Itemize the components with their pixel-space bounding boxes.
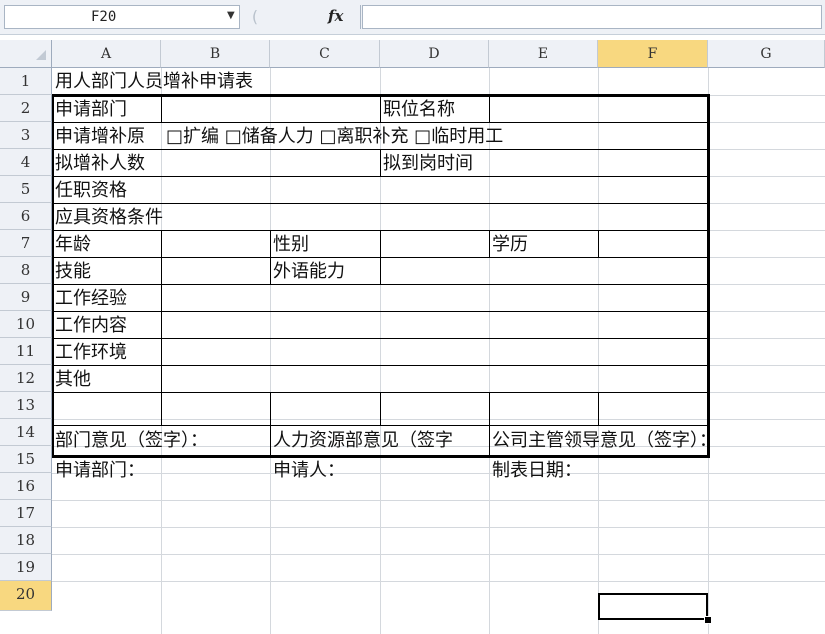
cell-a11[interactable]: 工作环境: [52, 339, 127, 366]
cell-e7[interactable]: 学历: [489, 231, 528, 258]
cell-a4[interactable]: 拟增补人数: [52, 150, 145, 177]
cell-a9[interactable]: 工作经验: [52, 285, 127, 312]
select-all-triangle-icon: [36, 50, 46, 60]
row-header-5[interactable]: 5: [0, 176, 52, 203]
row-header-3[interactable]: 3: [0, 122, 52, 149]
select-all-button[interactable]: [0, 40, 52, 68]
column-header-a[interactable]: A: [52, 40, 161, 68]
form-col-line: [598, 230, 599, 257]
cell-d2[interactable]: 职位名称: [380, 96, 455, 123]
row-header-7[interactable]: 7: [0, 230, 52, 257]
form-border-bottom: [52, 455, 710, 458]
row-header-2[interactable]: 2: [0, 95, 52, 122]
gridline: [52, 554, 825, 555]
row-header-13[interactable]: 13: [0, 392, 52, 419]
insert-function-icon[interactable]: fx: [328, 7, 343, 25]
row-header-20[interactable]: 20: [0, 581, 52, 611]
active-cell-f20[interactable]: [598, 593, 708, 620]
row-header-12[interactable]: 12: [0, 365, 52, 392]
gridline: [489, 68, 490, 634]
cell-a14[interactable]: 部门意见（签字）：: [52, 427, 208, 454]
row-header-11[interactable]: 11: [0, 338, 52, 365]
form-row-line: [52, 425, 708, 426]
form-row-line: [52, 311, 708, 312]
cell-a15[interactable]: 申请部门：: [52, 457, 145, 484]
row-header-18[interactable]: 18: [0, 527, 52, 554]
gridline: [598, 68, 599, 634]
gridline: [52, 473, 825, 474]
row-header-1[interactable]: 1: [0, 68, 52, 95]
row-header-6[interactable]: 6: [0, 203, 52, 230]
formula-input[interactable]: [362, 5, 822, 29]
form-col-line: [161, 95, 162, 122]
row-header-19[interactable]: 19: [0, 554, 52, 581]
cell-c15[interactable]: 申请人：: [270, 457, 345, 484]
row-header-17[interactable]: 17: [0, 500, 52, 527]
cell-d4[interactable]: 拟到岗时间: [380, 150, 473, 177]
form-col-line: [380, 392, 381, 425]
column-header-c[interactable]: C: [270, 40, 380, 68]
column-header-d[interactable]: D: [380, 40, 489, 68]
form-col-line: [161, 284, 162, 392]
form-col-line: [489, 95, 490, 122]
gridline: [52, 500, 825, 501]
column-header-g[interactable]: G: [708, 40, 825, 68]
column-header-f[interactable]: F: [598, 40, 708, 68]
row-header-8[interactable]: 8: [0, 257, 52, 284]
cell-c8[interactable]: 外语能力: [270, 258, 345, 285]
cell-a10[interactable]: 工作内容: [52, 312, 127, 339]
cell-a1[interactable]: 用人部门人员增补申请表: [52, 68, 253, 95]
gridline: [270, 68, 271, 634]
cell-a3[interactable]: 申请增补原: [52, 123, 161, 150]
form-row-line: [52, 338, 708, 339]
chevron-down-icon[interactable]: ▼: [227, 10, 235, 21]
cell-a2[interactable]: 申请部门: [52, 96, 127, 123]
cell-b3[interactable]: □扩编 □储备人力 □离职补充 □临时用工: [162, 123, 503, 150]
row-header-16[interactable]: 16: [0, 473, 52, 500]
row-header-9[interactable]: 9: [0, 284, 52, 311]
row-header-14[interactable]: 14: [0, 419, 52, 446]
cell-a7[interactable]: 年龄: [52, 231, 91, 258]
row-header-15[interactable]: 15: [0, 446, 52, 473]
form-col-line: [598, 392, 599, 425]
name-box[interactable]: F20 ▼: [4, 5, 240, 29]
cell-c14[interactable]: 人力资源部意见（签字: [270, 427, 489, 454]
row-header-10[interactable]: 10: [0, 311, 52, 338]
form-row-line: [52, 284, 708, 285]
form-row-line: [52, 365, 708, 366]
column-header-e[interactable]: E: [489, 40, 598, 68]
form-col-line: [161, 392, 162, 425]
name-box-value: F20: [91, 9, 117, 25]
cell-a8[interactable]: 技能: [52, 258, 91, 285]
column-header-b[interactable]: B: [161, 40, 270, 68]
form-col-line: [380, 230, 381, 284]
formula-bar: F20 ▼ ( fx: [0, 0, 825, 35]
cell-e14[interactable]: 公司主管领导意见（签字）：: [489, 427, 717, 454]
gridline: [52, 527, 825, 528]
formula-bar-divider: [360, 5, 361, 29]
cell-c7[interactable]: 性别: [270, 231, 309, 258]
cell-a12[interactable]: 其他: [52, 366, 91, 393]
cell-a6[interactable]: 应具资格条件: [52, 204, 163, 231]
gridline: [52, 581, 825, 582]
cell-a5[interactable]: 任职资格: [52, 177, 127, 204]
fill-handle[interactable]: [704, 616, 712, 624]
row-header-4[interactable]: 4: [0, 149, 52, 176]
form-col-line: [161, 230, 162, 284]
cell-e15[interactable]: 制表日期：: [489, 457, 582, 484]
cancel-edit-icon[interactable]: (: [244, 5, 266, 29]
